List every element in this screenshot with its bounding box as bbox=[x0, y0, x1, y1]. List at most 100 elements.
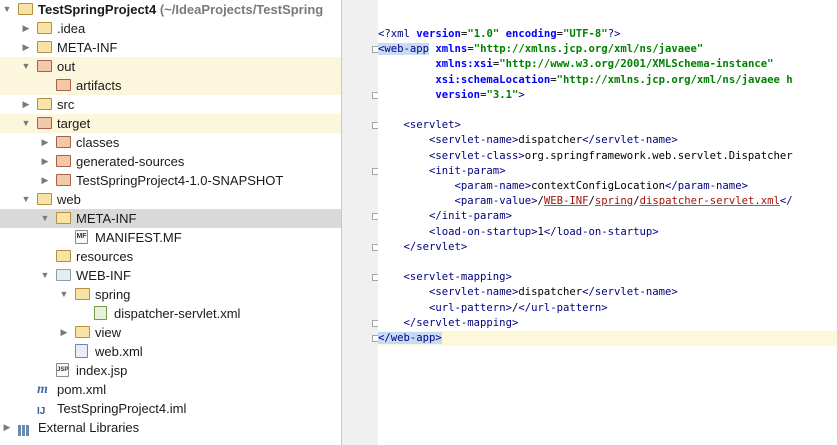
tree-node[interactable]: ▼ spring bbox=[0, 285, 341, 304]
tree-node[interactable]: IJ TestSpringProject4.iml bbox=[0, 399, 341, 418]
code-token: </load-on-startup> bbox=[543, 225, 659, 238]
code-line: version="3.1"> bbox=[378, 88, 524, 103]
tree-node[interactable]: resources bbox=[0, 247, 341, 266]
code-token: dispatcher bbox=[518, 134, 583, 147]
path-reference[interactable]: dispatcher-servlet.xml bbox=[640, 195, 780, 207]
code-token: <?xml bbox=[378, 28, 417, 40]
tree-node[interactable]: ▼ WEB-INF bbox=[0, 266, 341, 285]
tree-node[interactable]: ▼ TestSpringProject4 (~/IdeaProjects/Test… bbox=[0, 0, 341, 19]
folder-icon bbox=[37, 22, 52, 34]
code-token: </init-param> bbox=[429, 210, 512, 223]
code-line: <init-param> bbox=[378, 164, 506, 179]
folder-icon bbox=[37, 117, 52, 129]
expanded-arrow-icon[interactable]: ▼ bbox=[59, 285, 69, 304]
collapsed-arrow-icon[interactable]: ▶ bbox=[21, 19, 31, 38]
tree-node[interactable]: ▶ META-INF bbox=[0, 38, 341, 57]
path-reference[interactable]: spring bbox=[595, 195, 633, 207]
expanded-arrow-icon[interactable]: ▼ bbox=[21, 57, 31, 76]
code-token: ?> bbox=[607, 28, 621, 40]
collapsed-arrow-icon[interactable]: ▶ bbox=[40, 171, 50, 190]
code-line: </init-param> bbox=[378, 209, 512, 224]
code-token: </servlet-name> bbox=[582, 134, 678, 147]
collapsed-arrow-icon[interactable]: ▶ bbox=[40, 152, 50, 171]
code-line: </web-app> bbox=[378, 331, 442, 346]
path-reference[interactable]: WEB-INF bbox=[544, 195, 589, 207]
code-token: version bbox=[435, 88, 481, 101]
code-token: <param-name> bbox=[454, 180, 532, 192]
tree-node[interactable]: ▶ .idea bbox=[0, 19, 341, 38]
folder-icon bbox=[75, 326, 90, 338]
expanded-arrow-icon[interactable]: ▼ bbox=[40, 266, 50, 285]
tree-node[interactable]: m pom.xml bbox=[0, 380, 341, 399]
code-token: "http://www.w3.org/2001/XMLSchema-instan… bbox=[499, 58, 774, 71]
code-line: <servlet-name>dispatcher</servlet-name> bbox=[378, 285, 678, 300]
code-token: encoding bbox=[505, 28, 557, 40]
tree-node[interactable]: MF MANIFEST.MF bbox=[0, 228, 341, 247]
expanded-arrow-icon[interactable]: ▼ bbox=[2, 0, 12, 19]
tree-node[interactable]: ▼ target bbox=[0, 114, 341, 133]
tree-node[interactable]: ▼ META-INF bbox=[0, 209, 341, 228]
code-token: </servlet-mapping> bbox=[403, 316, 519, 329]
collapsed-arrow-icon[interactable]: ▶ bbox=[40, 133, 50, 152]
tree-node[interactable]: web.xml bbox=[0, 342, 341, 361]
tree-node[interactable]: artifacts bbox=[0, 76, 341, 95]
code-editor[interactable]: <?xml version="1.0" encoding="UTF-8"?> <w… bbox=[378, 0, 837, 445]
tree-node[interactable]: ▶ src bbox=[0, 95, 341, 114]
collapsed-arrow-icon[interactable]: ▶ bbox=[21, 38, 31, 57]
tree-node[interactable]: JSP index.jsp bbox=[0, 361, 341, 380]
tree-node-label: TestSpringProject4-1.0-SNAPSHOT bbox=[76, 173, 284, 188]
tree-node[interactable]: ▶ classes bbox=[0, 133, 341, 152]
expanded-arrow-icon[interactable]: ▼ bbox=[21, 190, 31, 209]
code-token: <param-value> bbox=[454, 195, 538, 208]
tree-node[interactable]: ▼ out bbox=[0, 57, 341, 76]
collapsed-arrow-icon[interactable]: ▶ bbox=[2, 418, 12, 437]
expanded-arrow-icon[interactable]: ▼ bbox=[21, 114, 31, 133]
code-token: </param-name> bbox=[665, 180, 748, 192]
code-token: </web-app> bbox=[378, 332, 442, 344]
code-token: </ bbox=[779, 195, 793, 208]
collapsed-arrow-icon[interactable]: ▶ bbox=[21, 95, 31, 114]
tree-node[interactable]: ▶ External Libraries bbox=[0, 418, 341, 437]
tree-node-label: web.xml bbox=[95, 344, 143, 359]
tree-node-label: web bbox=[57, 192, 81, 207]
tree-node-label: out bbox=[57, 59, 76, 74]
tree-node-label: generated-sources bbox=[76, 154, 185, 169]
expanded-arrow-icon[interactable]: ▼ bbox=[40, 209, 50, 228]
editor-gutter[interactable] bbox=[342, 0, 379, 445]
web-xml-file-icon bbox=[75, 344, 88, 358]
tree-node[interactable]: dispatcher-servlet.xml bbox=[0, 304, 341, 323]
spring-xml-file-icon bbox=[94, 306, 107, 320]
code-token: contextConfigLocation bbox=[531, 180, 666, 192]
code-line: xmlns:xsi="http://www.w3.org/2001/XMLSch… bbox=[378, 57, 773, 72]
tree-node-label: index.jsp bbox=[76, 363, 128, 378]
collapsed-arrow-icon[interactable]: ▶ bbox=[59, 323, 69, 342]
code-line: xsi:schemaLocation="http://xmlns.jcp.org… bbox=[378, 73, 792, 88]
folder-icon bbox=[56, 212, 71, 224]
web-folder-icon bbox=[56, 269, 71, 281]
folder-icon bbox=[37, 193, 52, 205]
tree-node-label: src bbox=[57, 97, 75, 112]
code-token: version bbox=[416, 28, 461, 40]
tree-node-label: META-INF bbox=[76, 211, 137, 226]
tree-node-label: External Libraries bbox=[38, 420, 140, 435]
tree-node[interactable]: ▶ TestSpringProject4-1.0-SNAPSHOT bbox=[0, 171, 341, 190]
code-token: <servlet-name> bbox=[429, 286, 519, 299]
tree-node[interactable]: ▶ generated-sources bbox=[0, 152, 341, 171]
tree-node-label: pom.xml bbox=[57, 382, 107, 397]
tree-node-label: target bbox=[57, 116, 91, 131]
tree-node-label: META-INF bbox=[57, 40, 118, 55]
tree-node-label: spring bbox=[95, 287, 131, 302]
code-token: xmlns bbox=[435, 43, 468, 56]
code-token: "UTF-8" bbox=[563, 28, 608, 40]
code-line: <servlet-class>org.springframework.web.s… bbox=[378, 149, 793, 164]
tree-node[interactable]: ▼ web bbox=[0, 190, 341, 209]
tree-node[interactable]: ▶ view bbox=[0, 323, 341, 342]
module-file-icon: IJ bbox=[37, 406, 46, 417]
tree-node-label: MANIFEST.MF bbox=[95, 230, 182, 245]
